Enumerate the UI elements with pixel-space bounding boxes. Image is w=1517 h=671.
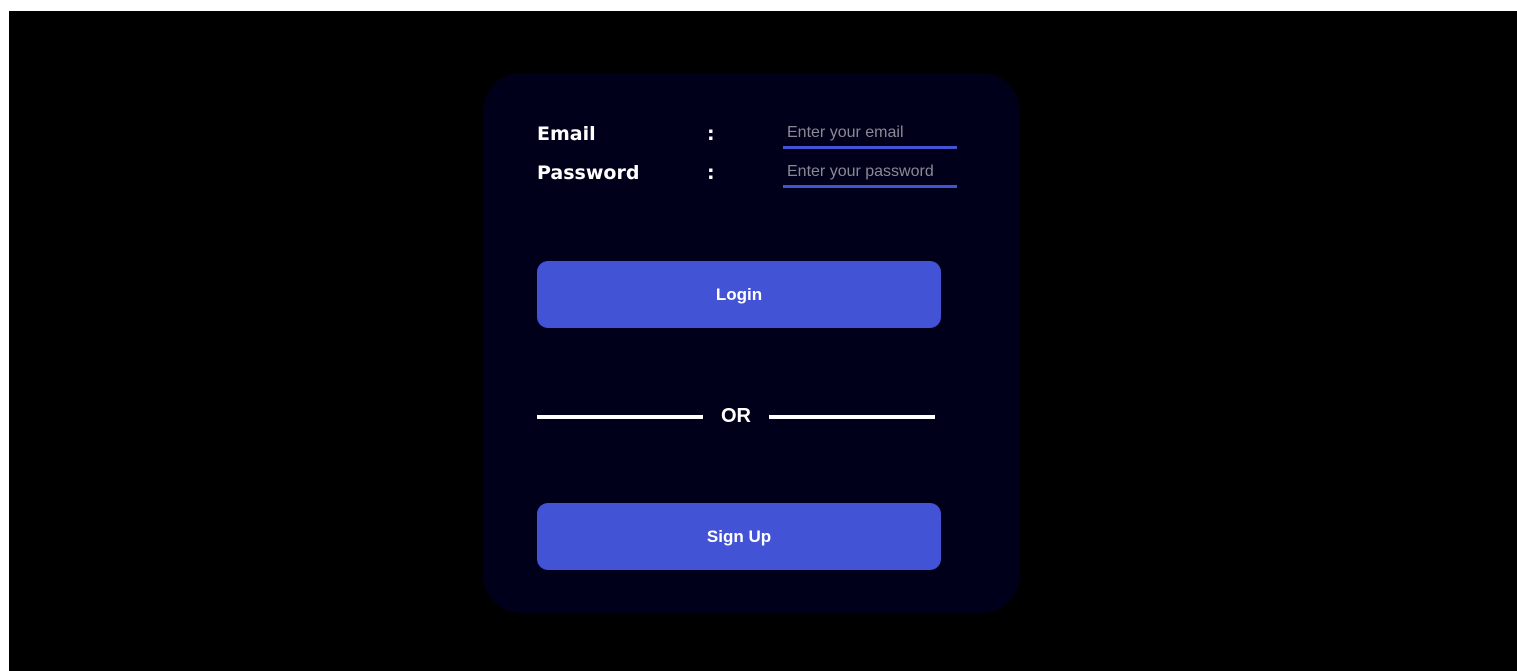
signup-button[interactable]: Sign Up: [537, 503, 941, 570]
email-label-separator: :: [707, 123, 715, 145]
email-label: Email: [537, 123, 596, 145]
divider-text: OR: [721, 405, 751, 427]
or-divider: OR: [537, 403, 935, 429]
password-label-separator: :: [707, 162, 715, 184]
divider-line-left: [537, 415, 703, 419]
email-field[interactable]: [783, 119, 957, 149]
divider-line-right: [769, 415, 935, 419]
password-field[interactable]: [783, 158, 957, 188]
page-background: Email : Password : Login OR Sign Up: [9, 11, 1517, 671]
login-button[interactable]: Login: [537, 261, 941, 328]
password-label: Password: [537, 162, 640, 184]
login-card: Email : Password : Login OR Sign Up: [483, 73, 1020, 613]
